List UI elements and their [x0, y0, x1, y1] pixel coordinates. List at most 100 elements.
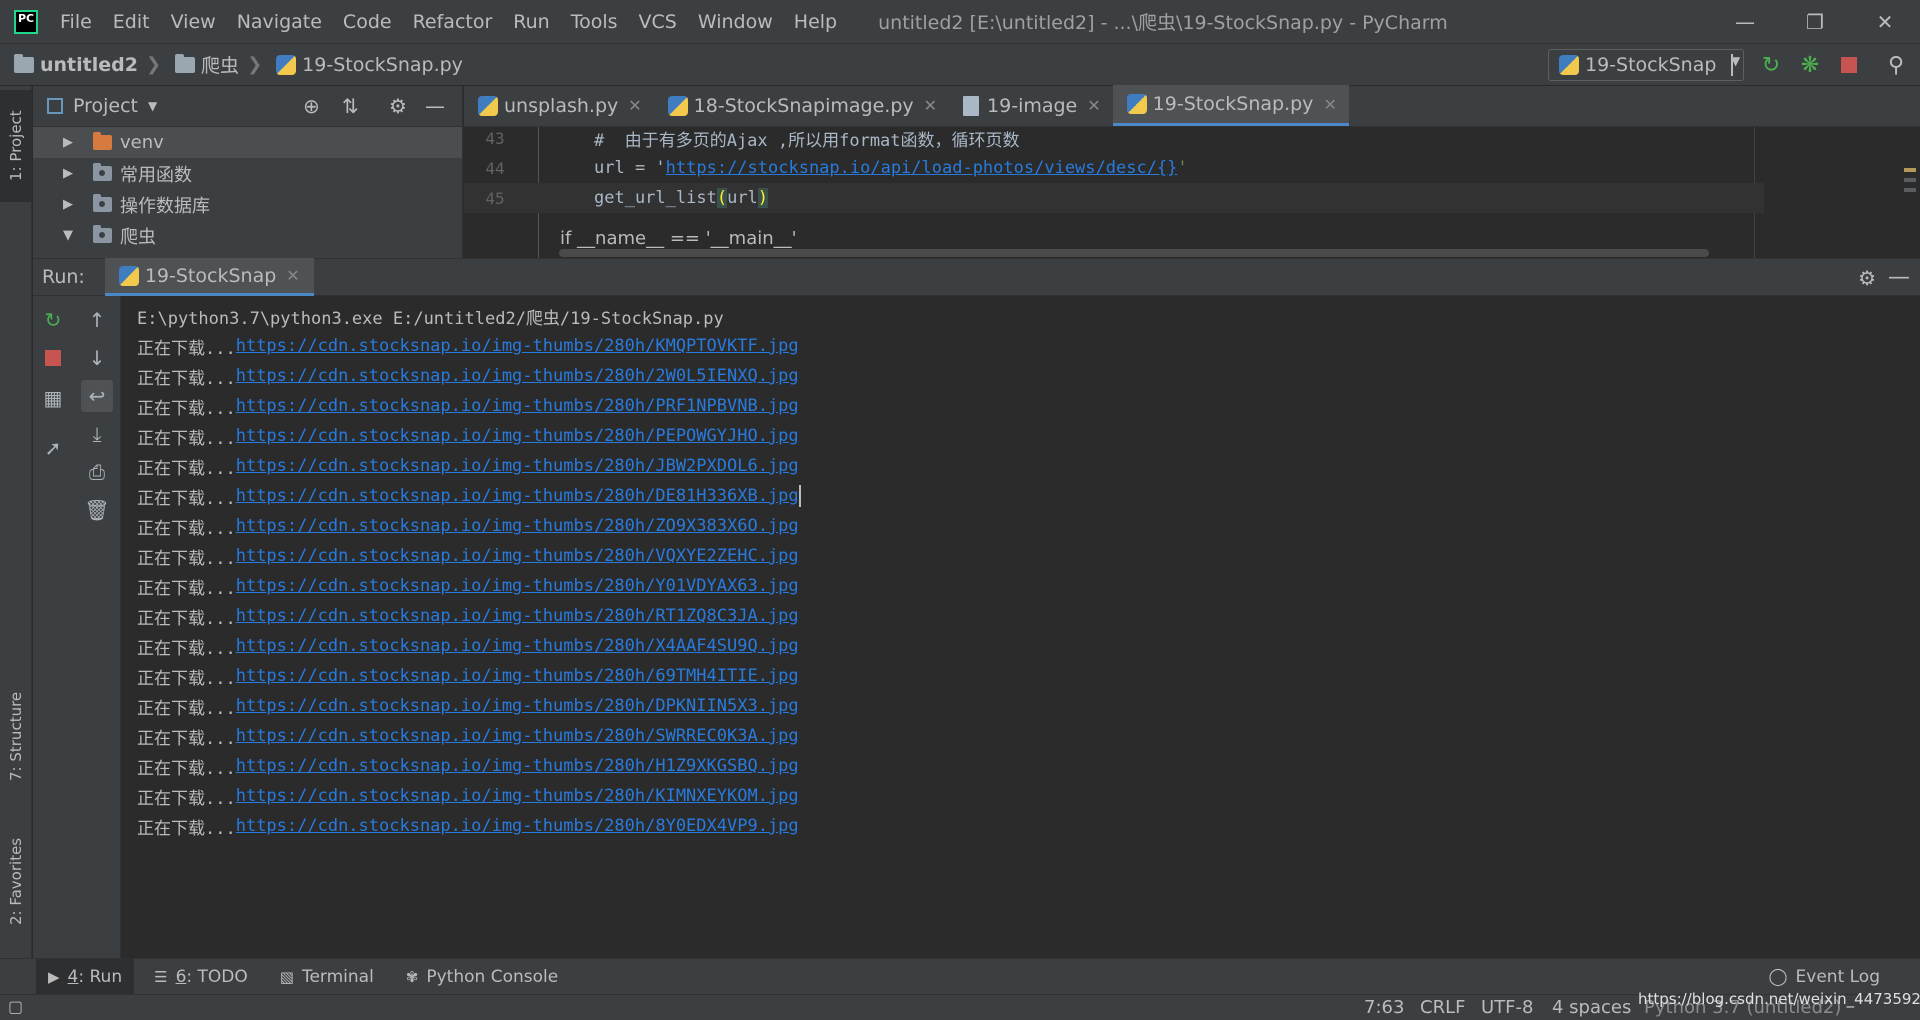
mark[interactable]	[1904, 178, 1916, 182]
terminal-icon: ▧	[279, 967, 294, 986]
indent-setting[interactable]: 4 spaces	[1552, 997, 1631, 1018]
download-link[interactable]: https://cdn.stocksnap.io/img-thumbs/280h…	[236, 606, 799, 626]
code-url-link[interactable]: https://stocksnap.io/api/load-photos/vie…	[666, 158, 1178, 178]
code-line[interactable]: 44 url = 'https://stocksnap.io/api/load-…	[464, 153, 1764, 183]
gear-icon[interactable]: ⚙	[389, 94, 407, 118]
tool-terminal[interactable]: ▧ Terminal	[268, 959, 386, 995]
python-icon: ✾	[405, 967, 419, 986]
breadcrumb-project[interactable]: untitled2 ❯	[14, 53, 161, 76]
tool-python-console[interactable]: ✾ Python Console	[394, 959, 570, 995]
mark[interactable]	[1904, 188, 1916, 192]
locate-file-icon[interactable]: ⊕	[303, 94, 320, 118]
download-link[interactable]: https://cdn.stocksnap.io/img-thumbs/280h…	[236, 786, 799, 806]
menu-vcs[interactable]: VCS	[639, 11, 677, 33]
tab-favorites[interactable]: 2: Favorites	[0, 821, 32, 941]
editor-breadcrumb[interactable]: if __name__ == '__main__'	[560, 228, 797, 249]
tab-project[interactable]: 1: Project	[0, 90, 32, 202]
menu-file[interactable]: File	[60, 11, 92, 33]
download-link[interactable]: https://cdn.stocksnap.io/img-thumbs/280h…	[236, 756, 799, 776]
download-link[interactable]: https://cdn.stocksnap.io/img-thumbs/280h…	[236, 816, 799, 836]
menu-window[interactable]: Window	[698, 11, 773, 33]
hide-panel-icon[interactable]: —	[1888, 265, 1910, 290]
trash-icon[interactable]: 🗑	[81, 494, 113, 526]
stop-icon[interactable]	[37, 342, 69, 374]
tree-item-database[interactable]: ▶ 操作数据库	[33, 189, 462, 220]
print-icon[interactable]: ⎙	[81, 456, 113, 488]
code-line-current[interactable]: 45 get_url_list(url)	[464, 183, 1764, 213]
arrow-down-icon[interactable]: ↓	[81, 342, 113, 374]
search-icon[interactable]: ⚲	[1883, 52, 1909, 78]
download-link[interactable]: https://cdn.stocksnap.io/img-thumbs/280h…	[236, 546, 799, 566]
run-tab[interactable]: 19-StockSnap ✕	[104, 258, 314, 296]
run-configuration-select[interactable]: 19-StockSnap ▼	[1548, 49, 1744, 81]
download-link[interactable]: https://cdn.stocksnap.io/img-thumbs/280h…	[236, 426, 799, 446]
restore-layout-icon[interactable]: ▦	[37, 382, 69, 414]
download-link[interactable]: https://cdn.stocksnap.io/img-thumbs/280h…	[236, 576, 799, 596]
tab-stocksnap[interactable]: 19-StockSnap.py ✕	[1112, 85, 1349, 126]
tab-structure[interactable]: 7: Structure	[0, 676, 32, 796]
project-view-selector[interactable]: Project	[73, 95, 138, 117]
breadcrumb-file[interactable]: 19-StockSnap.py	[276, 54, 463, 76]
line-separator[interactable]: CRLF	[1420, 997, 1465, 1018]
rerun-icon[interactable]: ↻	[37, 304, 69, 336]
tab-stocksnapimage[interactable]: 18-StockSnapimage.py ✕	[654, 85, 949, 126]
download-link[interactable]: https://cdn.stocksnap.io/img-thumbs/280h…	[236, 486, 799, 506]
tab-unsplash[interactable]: unsplash.py ✕	[464, 85, 654, 126]
close-tab-icon[interactable]: ✕	[924, 96, 937, 115]
download-link[interactable]: https://cdn.stocksnap.io/img-thumbs/280h…	[236, 456, 799, 476]
close-tab-icon[interactable]: ✕	[628, 96, 641, 115]
download-prefix: 正在下载...	[137, 518, 236, 539]
tree-item-venv[interactable]: ▶ venv	[33, 127, 462, 158]
close-tab-icon[interactable]: ✕	[1323, 95, 1336, 114]
menu-code[interactable]: Code	[343, 11, 392, 33]
arrow-up-icon[interactable]: ↑	[81, 304, 113, 336]
tree-item-crawler[interactable]: ▼ 爬虫	[33, 220, 462, 251]
scroll-to-end-icon[interactable]: ⤓	[81, 418, 113, 450]
tree-item-functions[interactable]: ▶ 常用函数	[33, 158, 462, 189]
menu-navigate[interactable]: Navigate	[237, 11, 322, 33]
close-tab-icon[interactable]: ✕	[1087, 96, 1100, 115]
toggle-tool-windows-icon[interactable]: ▢	[8, 997, 23, 1016]
expand-arrow-icon[interactable]: ▶	[63, 166, 77, 181]
download-link[interactable]: https://cdn.stocksnap.io/img-thumbs/280h…	[236, 336, 799, 356]
menu-refactor[interactable]: Refactor	[413, 11, 493, 33]
minimize-window-icon[interactable]: —	[1710, 0, 1780, 43]
collapse-all-icon[interactable]: ⇅	[342, 94, 359, 118]
restore-window-icon[interactable]: ❐	[1780, 0, 1850, 43]
breadcrumb-folder[interactable]: 爬虫 ❯	[175, 51, 262, 78]
menu-edit[interactable]: Edit	[113, 11, 150, 33]
hide-panel-icon[interactable]: —	[425, 94, 445, 118]
download-link[interactable]: https://cdn.stocksnap.io/img-thumbs/280h…	[236, 666, 799, 686]
tab-19-image[interactable]: 19-image ✕	[949, 85, 1113, 126]
download-link[interactable]: https://cdn.stocksnap.io/img-thumbs/280h…	[236, 726, 799, 746]
debug-icon[interactable]: ❋	[1797, 52, 1823, 78]
menu-run[interactable]: Run	[513, 11, 549, 33]
file-encoding[interactable]: UTF-8	[1481, 997, 1533, 1018]
tool-run[interactable]: ▶ 4: Run	[36, 958, 135, 995]
close-window-icon[interactable]: ✕	[1850, 0, 1920, 43]
close-tab-icon[interactable]: ✕	[286, 266, 299, 285]
code-line[interactable]: 43 # 由于有多页的Ajax ,所以用format函数，循环页数	[464, 123, 1764, 153]
soft-wrap-icon[interactable]: ↩	[81, 380, 113, 412]
download-link[interactable]: https://cdn.stocksnap.io/img-thumbs/280h…	[236, 696, 799, 716]
download-link[interactable]: https://cdn.stocksnap.io/img-thumbs/280h…	[236, 516, 799, 536]
horizontal-scrollbar[interactable]	[559, 249, 1709, 257]
caret-position[interactable]: 7:63	[1364, 997, 1404, 1018]
collapse-arrow-icon[interactable]: ▼	[63, 228, 77, 243]
download-link[interactable]: https://cdn.stocksnap.io/img-thumbs/280h…	[236, 366, 799, 386]
expand-arrow-icon[interactable]: ▶	[63, 135, 77, 150]
menu-view[interactable]: View	[171, 11, 216, 33]
download-link[interactable]: https://cdn.stocksnap.io/img-thumbs/280h…	[236, 396, 799, 416]
rerun-icon[interactable]: ↻	[1758, 52, 1784, 78]
gear-icon[interactable]: ⚙	[1858, 266, 1876, 290]
download-link[interactable]: https://cdn.stocksnap.io/img-thumbs/280h…	[236, 636, 799, 656]
stop-icon[interactable]	[1836, 52, 1862, 78]
tool-todo[interactable]: ☰ 6: TODO	[142, 959, 260, 995]
menu-help[interactable]: Help	[794, 11, 837, 33]
console-output[interactable]: E:\python3.7\python3.exe E:/untitled2/爬虫…	[137, 296, 1897, 958]
menu-tools[interactable]: Tools	[571, 11, 618, 33]
warning-mark[interactable]	[1904, 168, 1916, 172]
expand-arrow-icon[interactable]: ▶	[63, 197, 77, 212]
chevron-down-icon[interactable]: ▼	[148, 99, 157, 113]
pin-tab-icon[interactable]: ➚	[37, 432, 69, 464]
